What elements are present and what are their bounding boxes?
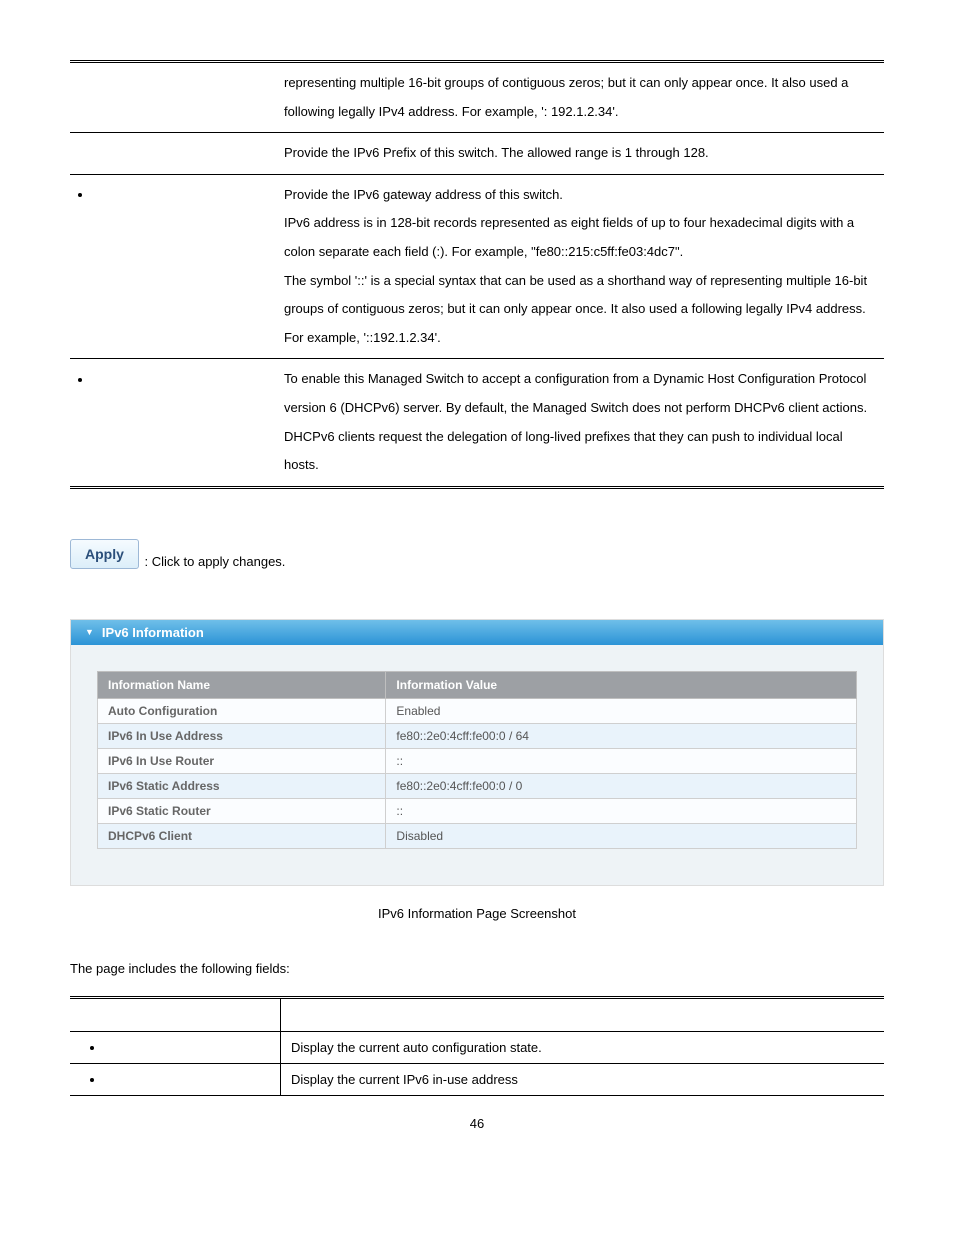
info-name-cell: IPv6 In Use Router	[98, 748, 386, 773]
info-name-cell: IPv6 Static Router	[98, 798, 386, 823]
object-cell	[70, 62, 276, 133]
table-row: DHCPv6 ClientDisabled	[98, 823, 857, 848]
fields-intro: The page includes the following fields:	[70, 961, 884, 976]
table-row: IPv6 Static Router::	[98, 798, 857, 823]
table-row: Auto ConfigurationEnabled	[98, 698, 857, 723]
table-row: IPv6 In Use Router::	[98, 748, 857, 773]
table-row: IPv6 In Use Addressfe80::2e0:4cff:fe00:0…	[98, 723, 857, 748]
apply-hint: : Click to apply changes.	[145, 554, 286, 569]
description-cell: To enable this Managed Switch to accept …	[276, 359, 884, 487]
table-row: Display the current IPv6 in-use address	[70, 1063, 884, 1095]
panel-title: IPv6 Information	[102, 625, 204, 640]
table-row: Display the current auto configuration s…	[70, 1031, 884, 1063]
figure-caption: IPv6 Information Page Screenshot	[70, 906, 884, 921]
object-cell	[70, 133, 276, 175]
fields-table: Display the current auto configuration s…	[70, 996, 884, 1096]
info-table: Information Name Information Value Auto …	[97, 671, 857, 849]
info-value-cell: ::	[386, 798, 857, 823]
page-number: 46	[70, 1116, 884, 1131]
info-name-cell: IPv6 In Use Address	[98, 723, 386, 748]
description-cell: representing multiple 16-bit groups of c…	[276, 62, 884, 133]
info-value-cell: Enabled	[386, 698, 857, 723]
bullet-icon	[90, 1046, 94, 1050]
bullet-icon	[78, 193, 82, 197]
info-header-name: Information Name	[98, 671, 386, 698]
panel-header[interactable]: ▼ IPv6 Information	[71, 620, 883, 645]
info-value-cell: fe80::2e0:4cff:fe00:0 / 0	[386, 773, 857, 798]
description-cell: Provide the IPv6 gateway address of this…	[276, 174, 884, 359]
buttons-row: Apply : Click to apply changes.	[70, 539, 884, 569]
bullet-icon	[78, 378, 82, 382]
object-cell	[70, 1063, 281, 1095]
info-name-cell: Auto Configuration	[98, 698, 386, 723]
object-cell	[70, 359, 276, 487]
info-header-value: Information Value	[386, 671, 857, 698]
description-cell: Display the current IPv6 in-use address	[281, 1063, 885, 1095]
description-cell: Display the current auto configuration s…	[281, 1031, 885, 1063]
apply-button[interactable]: Apply	[70, 539, 139, 569]
info-value-cell: ::	[386, 748, 857, 773]
description-cell: Provide the IPv6 Prefix of this switch. …	[276, 133, 884, 175]
info-name-cell: IPv6 Static Address	[98, 773, 386, 798]
collapse-icon: ▼	[85, 627, 94, 637]
info-value-cell: Disabled	[386, 823, 857, 848]
table-row: IPv6 Static Addressfe80::2e0:4cff:fe00:0…	[98, 773, 857, 798]
bullet-icon	[90, 1078, 94, 1082]
info-value-cell: fe80::2e0:4cff:fe00:0 / 64	[386, 723, 857, 748]
object-cell	[70, 174, 276, 359]
info-name-cell: DHCPv6 Client	[98, 823, 386, 848]
object-cell	[70, 1031, 281, 1063]
description-table: representing multiple 16-bit groups of c…	[70, 60, 884, 489]
ipv6-information-panel: ▼ IPv6 Information Information Name Info…	[70, 619, 884, 886]
